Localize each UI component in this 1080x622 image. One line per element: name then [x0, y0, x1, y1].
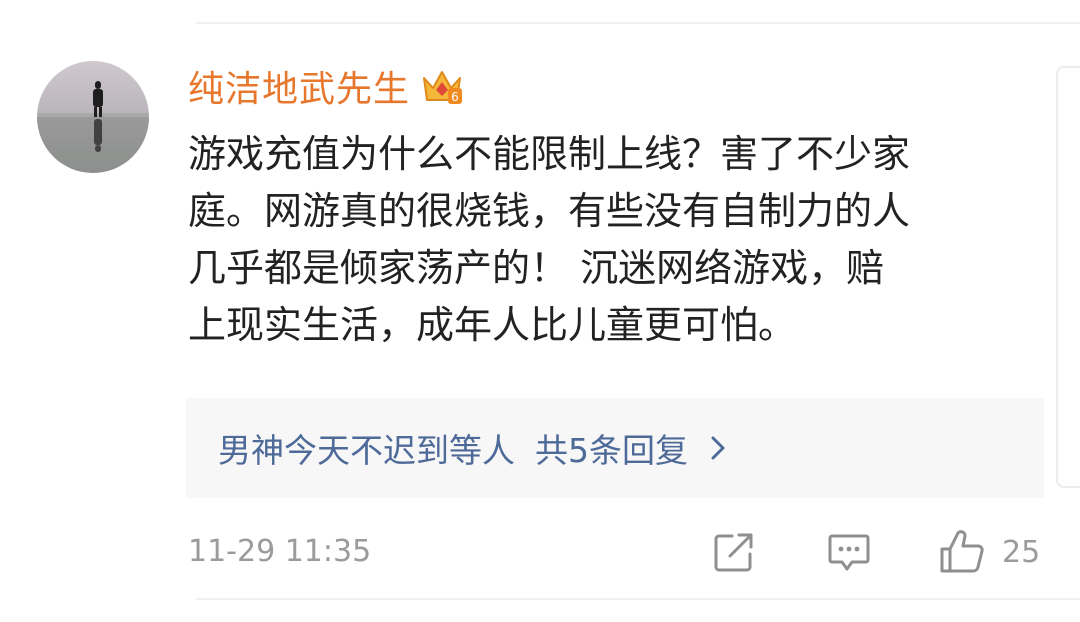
comment-icon [826, 530, 872, 574]
vip-crown-icon: 6 [420, 64, 464, 108]
share-icon [712, 530, 756, 574]
comment-button[interactable] [826, 526, 872, 578]
comment-line: 庭。网游真的很烧钱，有些没有自制力的人 [188, 189, 911, 233]
username-row: 纯洁地武先生 6 [188, 60, 464, 112]
timestamp: 11-29 11:35 [188, 534, 372, 569]
comment-line: 上现实生活，成年人比儿童更可怕。 [188, 303, 797, 347]
vip-level: 6 [451, 90, 459, 104]
comment-line: 游戏充值为什么不能限制上线？害了不少家 [188, 132, 911, 176]
like-icon [938, 529, 986, 575]
reply-user[interactable]: 男神今天不迟到等人 [218, 424, 515, 472]
comment-text: 游戏充值为什么不能限制上线？害了不少家 庭。网游真的很烧钱，有些没有自制力的人 … [188, 126, 1060, 354]
comment-line: 几乎都是倾家荡产的！ 沉迷网络游戏，赔 [188, 246, 885, 290]
like-button[interactable]: 25 [938, 526, 1040, 578]
username[interactable]: 纯洁地武先生 [188, 60, 410, 112]
reply-preview[interactable]: 男神今天不迟到等人 共5条回复 [186, 398, 1044, 498]
share-button[interactable] [712, 526, 756, 578]
top-divider [196, 22, 1080, 24]
chevron-right-icon [688, 435, 726, 461]
reply-count[interactable]: 共5条回复 [535, 424, 688, 472]
bottom-divider [196, 598, 1080, 600]
avatar[interactable] [37, 61, 149, 173]
like-count: 25 [1002, 534, 1041, 570]
